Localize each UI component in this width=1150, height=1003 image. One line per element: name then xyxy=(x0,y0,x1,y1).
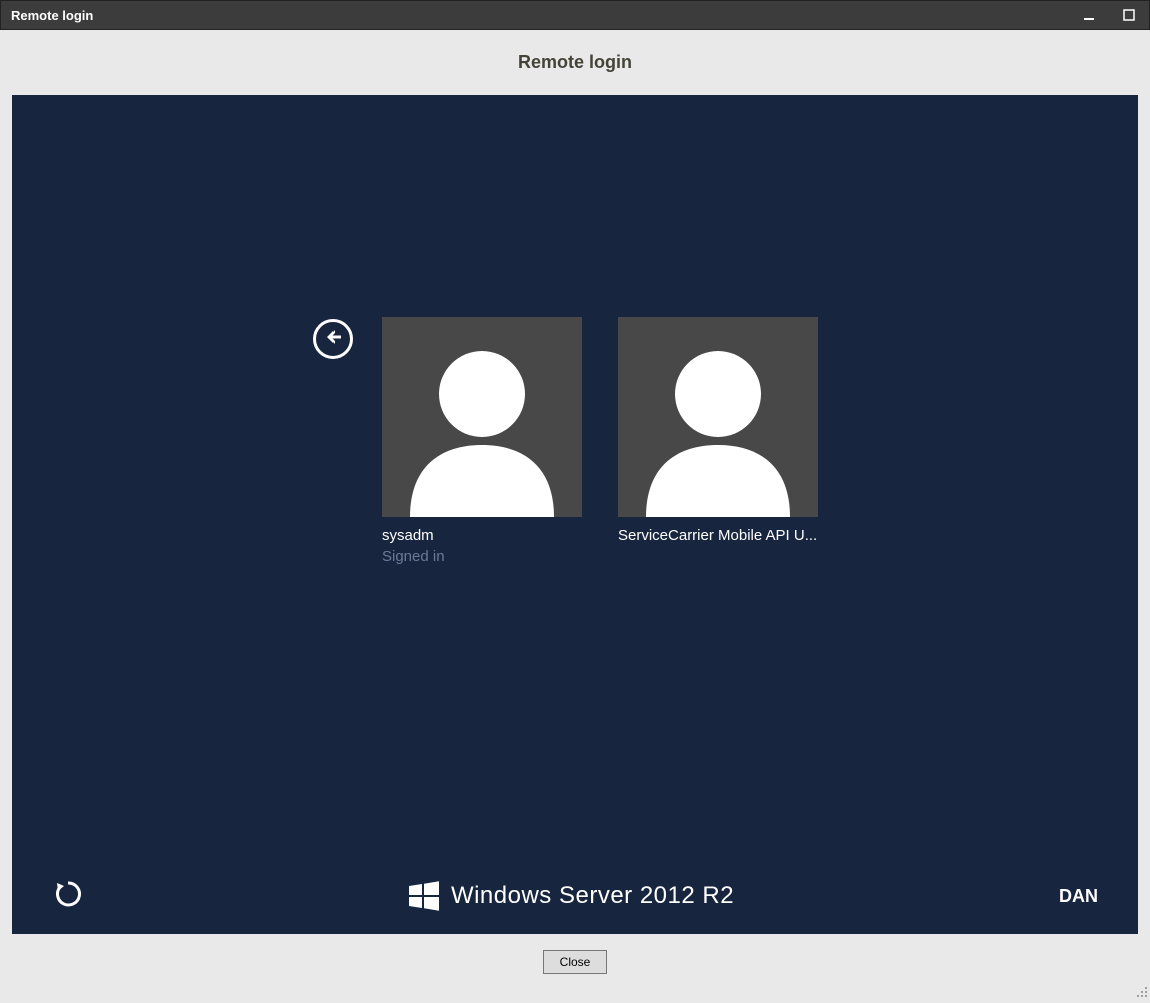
user-status: Signed in xyxy=(382,548,582,565)
os-brand-text: Windows Server 2012 R2 xyxy=(451,882,734,910)
maximize-button[interactable] xyxy=(1109,0,1149,30)
resize-grip-icon[interactable] xyxy=(1134,984,1148,998)
ease-of-access-button[interactable] xyxy=(52,880,84,912)
user-name: ServiceCarrier Mobile API U... xyxy=(618,527,818,544)
avatar xyxy=(382,317,582,517)
login-panel: sysadm Signed in ServiceCarrier Mobile A… xyxy=(12,95,1138,934)
bottom-bar: Windows Server 2012 R2 DAN xyxy=(12,880,1138,912)
window-title: Remote login xyxy=(11,8,93,23)
back-button[interactable] xyxy=(313,319,353,359)
close-button[interactable]: Close xyxy=(543,950,608,974)
user-tile-0[interactable]: sysadm Signed in xyxy=(382,317,582,565)
ease-of-access-icon xyxy=(55,881,81,912)
minimize-button[interactable] xyxy=(1069,0,1109,30)
arrow-left-icon xyxy=(323,327,343,352)
dialog-buttons: Close xyxy=(0,934,1150,990)
language-button[interactable]: DAN xyxy=(1059,886,1098,907)
user-tile-1[interactable]: ServiceCarrier Mobile API U... xyxy=(618,317,818,565)
user-name: sysadm xyxy=(382,527,582,544)
user-list: sysadm Signed in ServiceCarrier Mobile A… xyxy=(382,317,818,565)
windows-logo-icon xyxy=(409,881,439,911)
avatar xyxy=(618,317,818,517)
os-branding: Windows Server 2012 R2 xyxy=(409,881,734,911)
titlebar: Remote login xyxy=(0,0,1150,30)
page-title: Remote login xyxy=(0,30,1150,95)
